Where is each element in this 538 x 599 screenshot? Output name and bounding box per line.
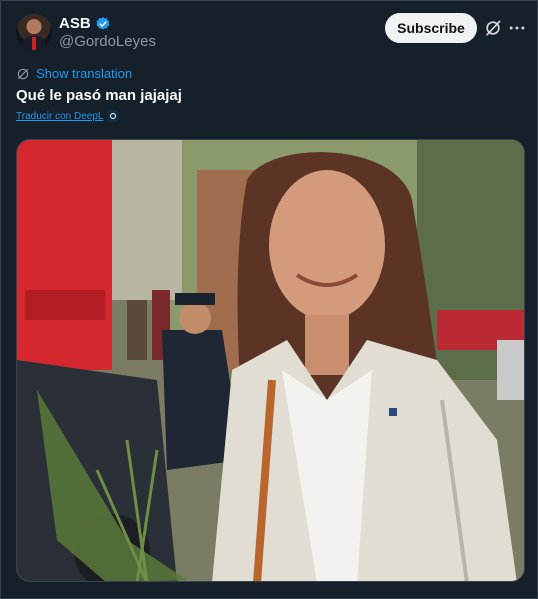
avatar-tie xyxy=(32,37,36,50)
author-handle[interactable]: @GordoLeyes xyxy=(59,33,156,50)
deepl-translate-link[interactable]: Traducir con DeepL xyxy=(16,110,120,122)
tweet-photo[interactable] xyxy=(16,139,525,582)
subscribe-button[interactable]: Subscribe xyxy=(385,13,477,43)
show-translation-link[interactable]: Show translation xyxy=(16,66,132,81)
tweet-card: ASB @GordoLeyes Subscribe Show translati… xyxy=(0,0,538,599)
deepl-icon xyxy=(107,110,120,122)
grok-icon[interactable] xyxy=(483,18,503,38)
translate-icon xyxy=(17,68,29,79)
author-name-row[interactable]: ASB xyxy=(59,15,111,32)
verified-badge-icon xyxy=(96,16,110,30)
show-translation-label[interactable]: Show translation xyxy=(36,66,132,81)
more-icon[interactable] xyxy=(507,18,527,38)
avatar[interactable] xyxy=(16,14,52,50)
photo-illustration xyxy=(17,140,524,581)
deepl-label[interactable]: Traducir con DeepL xyxy=(16,111,103,122)
tweet-text: Qué le pasó man jajajaj xyxy=(16,87,182,104)
author-name[interactable]: ASB xyxy=(59,15,91,32)
